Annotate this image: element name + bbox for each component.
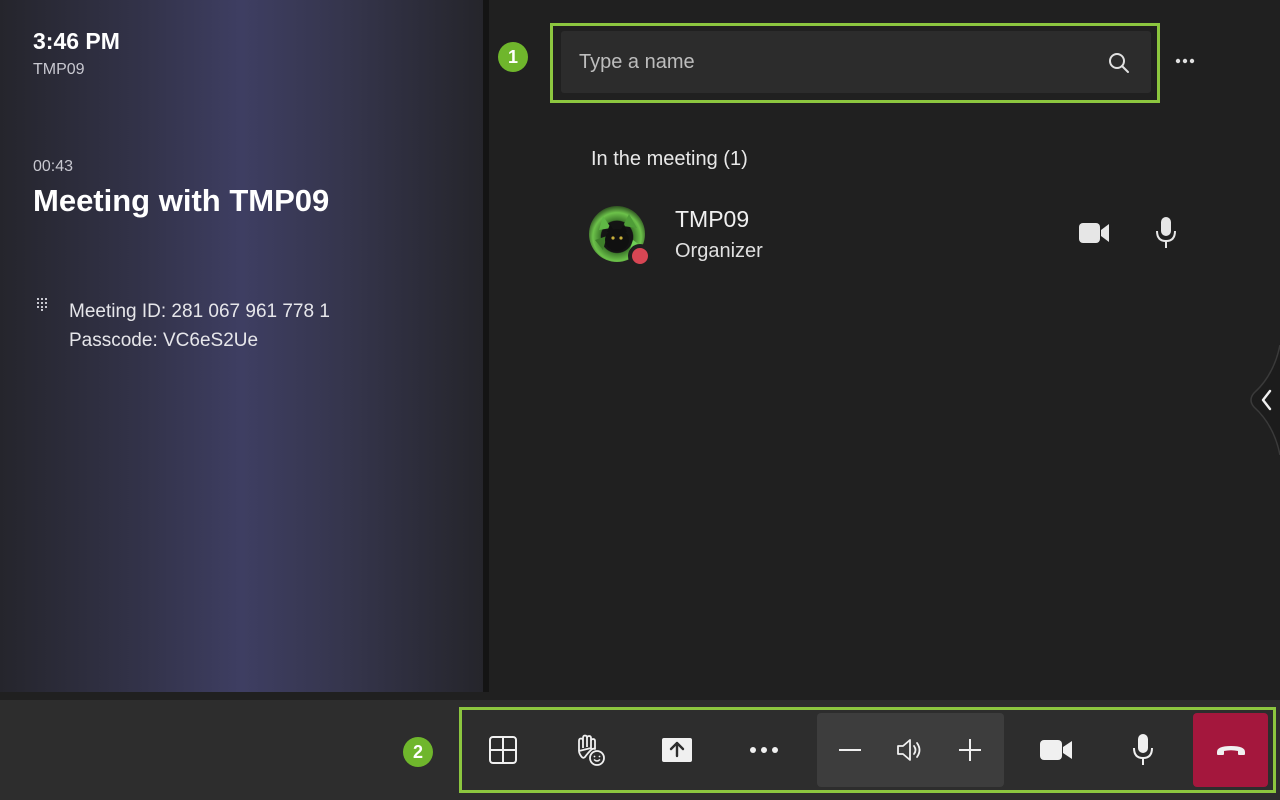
plus-icon <box>959 739 981 761</box>
people-search-box <box>561 31 1151 93</box>
speaker-button[interactable] <box>880 713 940 787</box>
hang-up-icon <box>1216 746 1245 755</box>
more-horizontal-icon[interactable] <box>1170 49 1200 73</box>
participants-section-header: In the meeting (1) <box>591 148 748 170</box>
chevron-left-icon[interactable] <box>1244 345 1280 455</box>
volume-controls <box>817 713 1004 787</box>
raise-hand-reaction-icon <box>578 734 605 766</box>
microphone-icon <box>1156 217 1176 248</box>
clock: 3:46 PM <box>33 28 120 54</box>
video-camera-icon <box>1079 223 1109 243</box>
meeting-duration: 00:43 <box>33 158 74 175</box>
meeting-info-panel: 3:46 PM TMP09 00:43 Meeting with TMP09 M… <box>0 0 483 692</box>
video-camera-icon <box>1040 740 1072 760</box>
volume-down-button[interactable] <box>820 713 880 787</box>
hang-up-button[interactable] <box>1193 713 1268 787</box>
ellipsis-icon <box>750 747 778 753</box>
meeting-id: Meeting ID: 281 067 961 778 1 <box>69 301 330 322</box>
meeting-title: Meeting with TMP09 <box>33 183 330 218</box>
participant-role: Organizer <box>675 240 763 262</box>
annotation-badge-2: 2 <box>403 737 433 767</box>
panel-divider <box>483 0 489 692</box>
share-content-button[interactable] <box>640 713 714 787</box>
camera-toggle-button[interactable] <box>1019 713 1093 787</box>
speaker-icon <box>897 739 921 761</box>
people-search-input[interactable] <box>579 31 1079 93</box>
microphone-icon <box>1133 734 1153 765</box>
participant-name: TMP09 <box>675 206 750 232</box>
dialpad-icon <box>37 298 47 311</box>
share-screen-icon <box>662 738 692 762</box>
mic-toggle-button[interactable] <box>1106 713 1180 787</box>
minus-icon <box>839 749 861 751</box>
presence-busy-status <box>628 244 652 268</box>
more-actions-button[interactable] <box>727 713 801 787</box>
annotation-badge-1: 1 <box>498 42 528 72</box>
device-name: TMP09 <box>33 61 85 78</box>
participant-row[interactable]: TMP09 Organizer <box>589 198 1199 270</box>
grid-layout-icon <box>489 736 517 764</box>
layout-button[interactable] <box>466 713 540 787</box>
volume-up-button[interactable] <box>940 713 1000 787</box>
reactions-button[interactable] <box>553 713 627 787</box>
meeting-passcode: Passcode: VC6eS2Ue <box>69 330 259 351</box>
search-icon[interactable] <box>1107 51 1131 75</box>
